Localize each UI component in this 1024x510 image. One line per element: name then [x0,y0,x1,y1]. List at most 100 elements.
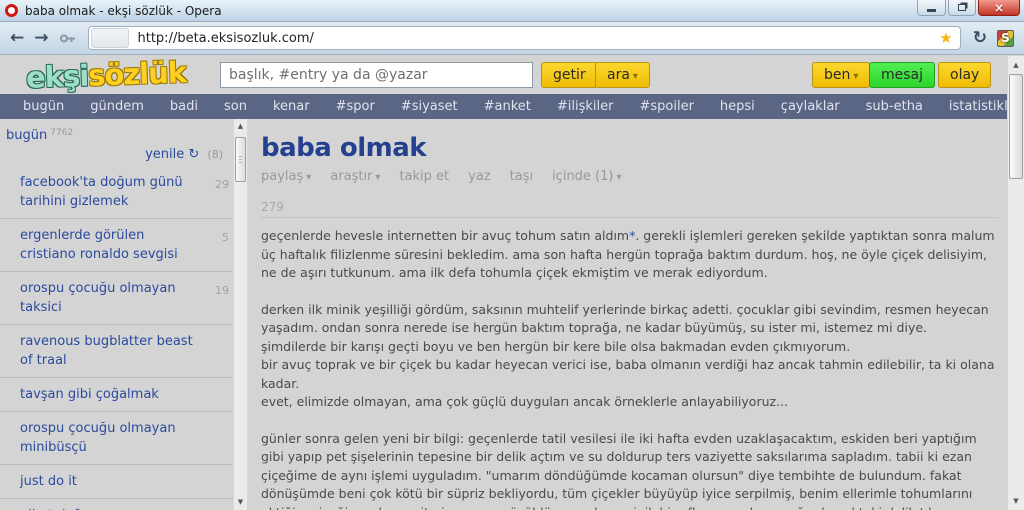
action-item[interactable]: içinde (1) ▾ [552,169,621,184]
topic-count [203,419,229,457]
nav-item[interactable]: kenar [260,99,323,114]
entry-divider [261,217,998,218]
topic-item[interactable]: orospu çocuğu olmayan minibüsçü [0,412,233,465]
topic-count [203,332,229,370]
topic-item[interactable]: just do it [0,465,233,499]
topic-item[interactable]: ergenlerde görülen cristiano ronaldo sev… [0,219,233,272]
refresh-link[interactable]: yenile [145,147,184,162]
entry-paragraph: derken ilk minik yeşilliği gördüm, saksı… [261,301,998,412]
sidebar-section-bugun[interactable]: bugün [6,128,47,143]
nav-item[interactable]: gündem [77,99,157,114]
topic-item[interactable]: tavşan gibi çoğalmak [0,378,233,412]
topic-title: orospu çocuğu olmayan minibüsçü [20,421,176,455]
scroll-up-icon[interactable]: ▲ [234,119,247,134]
action-item[interactable]: paylaş ▾ [261,169,311,184]
nav-item[interactable]: #spoiler [626,99,706,114]
refresh-arrows-icon[interactable]: ↻ [188,147,199,162]
nav-item[interactable]: badi [157,99,211,114]
close-button[interactable]: × [978,0,1020,16]
nav-item[interactable]: sub-etha [853,99,936,114]
topic-item[interactable]: facebook'ta doğum günü tarihini gizlemek… [0,166,233,219]
topic-item[interactable]: nihat doğan63 [0,499,233,510]
site-badge[interactable] [90,28,129,48]
main-navbar: bugün gündem badi son kenar #spor #siyaset #ank… [0,94,1024,119]
entry-body: geçenlerde hevesle internetten bir avuç … [261,227,998,510]
main-content: baba olmak paylaş ▾ araştır ▾ takip et yaz taş… [248,119,1024,510]
topic-title: just do it [20,474,77,489]
topic-title: ergenlerde görülen cristiano ronaldo sev… [20,228,178,262]
url-input[interactable] [130,30,940,46]
action-item[interactable]: takip et [399,169,449,184]
nav-right: sub-etha istatistikler [853,99,1024,114]
minimize-button[interactable] [917,0,946,16]
page-scroll-thumb[interactable] [1009,74,1023,179]
nav-item[interactable]: hepsi [707,99,768,114]
entry-text: günler sonra gelen yeni bir bilgi: geçen… [261,430,977,510]
mesaj-button[interactable]: mesaj [869,62,936,88]
scroll-down-icon[interactable]: ▼ [1008,493,1024,509]
topic-title: nihat doğan [20,506,203,510]
topic-title: facebook'ta doğum günü tarihini gizlemek [20,175,183,209]
entry-text: geçenlerde hevesle internetten bir avuç … [261,228,630,243]
topic-title: ravenous bugblatter beast of traal [20,334,193,368]
topic-list: facebook'ta doğum günü tarihini gizlemek… [0,166,233,510]
ara-label: ara [607,67,630,83]
dropdown-caret-icon: ▾ [375,172,381,183]
entry-number: 279 [261,200,284,214]
bookmark-star-icon[interactable]: ★ [939,29,952,47]
topic-title: tavşan gibi çoğalmak [20,387,159,402]
address-bar[interactable]: ★ [87,26,961,50]
entry-text: derken ilk minik yeşilliği gördüm, saksı… [261,301,995,410]
dropdown-caret-icon: ▾ [853,71,859,82]
nav-item[interactable]: çaylaklar [768,99,853,114]
action-item[interactable]: taşı [510,169,533,184]
getir-button[interactable]: getir [541,62,598,88]
topic-count: 63 [203,506,229,510]
getir-label: getir [553,67,586,83]
logo-part2: sözlük [87,55,187,93]
action-item[interactable]: yaz [468,169,490,184]
eksisozluk-logo[interactable]: ekşisözlük [25,55,186,95]
sidebar-scroll-thumb[interactable] [235,137,246,182]
speed-dial-icon[interactable]: S [997,29,1014,47]
wand-key-icon[interactable] [59,33,76,44]
nav-item[interactable]: son [211,99,260,114]
nav-item[interactable]: #ilişkiler [544,99,627,114]
nav-item[interactable]: #siyaset [388,99,471,114]
search-input[interactable] [220,62,533,88]
scroll-up-icon[interactable]: ▲ [1008,57,1024,73]
topic-count: 29 [215,178,229,191]
ara-button[interactable]: ara ▾ [595,62,650,88]
opera-icon [5,4,18,17]
topic-title: orospu çocuğu olmayan taksici [20,281,176,315]
page-scrollbar[interactable]: ▲ ▼ [1007,56,1024,510]
topic-item[interactable]: orospu çocuğu olmayan taksici 19 [0,272,233,325]
nav-item[interactable]: #spor [323,99,388,114]
ben-label: ben [824,67,851,83]
topic-count [203,472,229,491]
nav-item[interactable]: #anket [471,99,544,114]
ben-button[interactable]: ben ▾ [812,62,871,88]
sidebar-scrollbar[interactable]: ▲ ▼ [233,119,248,510]
nav-item[interactable]: bugün [10,99,77,114]
entry-actions: paylaş ▾ araştır ▾ takip et yaz taşı içinde (1)… [261,169,998,184]
mesaj-label: mesaj [881,67,924,83]
entry-paragraph: geçenlerde hevesle internetten bir avuç … [261,227,998,283]
reload-icon[interactable]: ↻ [973,28,987,48]
topic-item[interactable]: ravenous bugblatter beast of traal [0,325,233,378]
sidebar: bugün 7762 yenile ↻ (8) facebook'ta doğum… [0,119,233,510]
topic-count: 5 [222,231,229,244]
topic-count: 19 [215,284,229,297]
entry-paragraph: günler sonra gelen yeni bir bilgi: geçen… [261,430,998,510]
action-item[interactable]: araştır ▾ [330,169,380,184]
dropdown-caret-icon: ▾ [616,172,622,183]
forward-icon[interactable]: → [34,29,48,47]
nav-left: bugün gündem badi son kenar #spor #siyaset #ank… [10,99,853,114]
dropdown-caret-icon: ▾ [632,71,638,82]
olay-button[interactable]: olay [938,62,992,88]
window-titlebar: baba olmak - ekşi sözlük - Opera × [0,0,1024,22]
scroll-down-icon[interactable]: ▼ [234,495,247,510]
back-icon[interactable]: ← [10,29,24,47]
maximize-button[interactable] [948,0,976,16]
olay-label: olay [950,67,980,83]
